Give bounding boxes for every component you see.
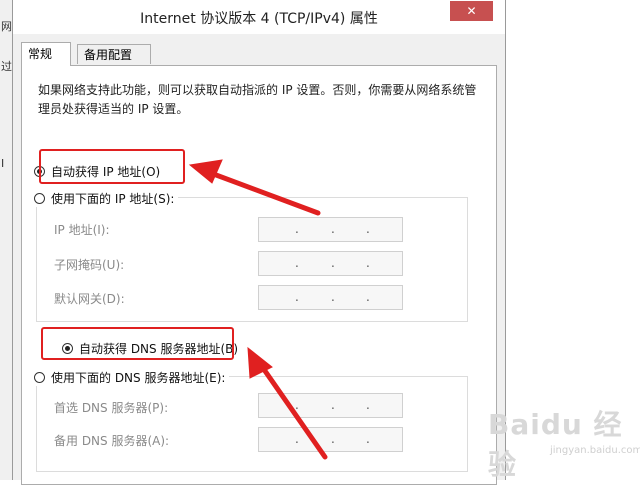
arrow-head-auto-ip xyxy=(188,159,223,184)
tab-general[interactable]: 常规 xyxy=(21,42,71,66)
baidu-watermark: Baidu 经验 jingyan.baidu.com xyxy=(488,403,640,481)
watermark-logo: Baidu 经验 xyxy=(488,408,623,481)
arrow-to-auto-ip xyxy=(197,166,321,216)
watermark-url: jingyan.baidu.com xyxy=(550,445,640,456)
arrow-to-auto-dns xyxy=(253,355,328,460)
